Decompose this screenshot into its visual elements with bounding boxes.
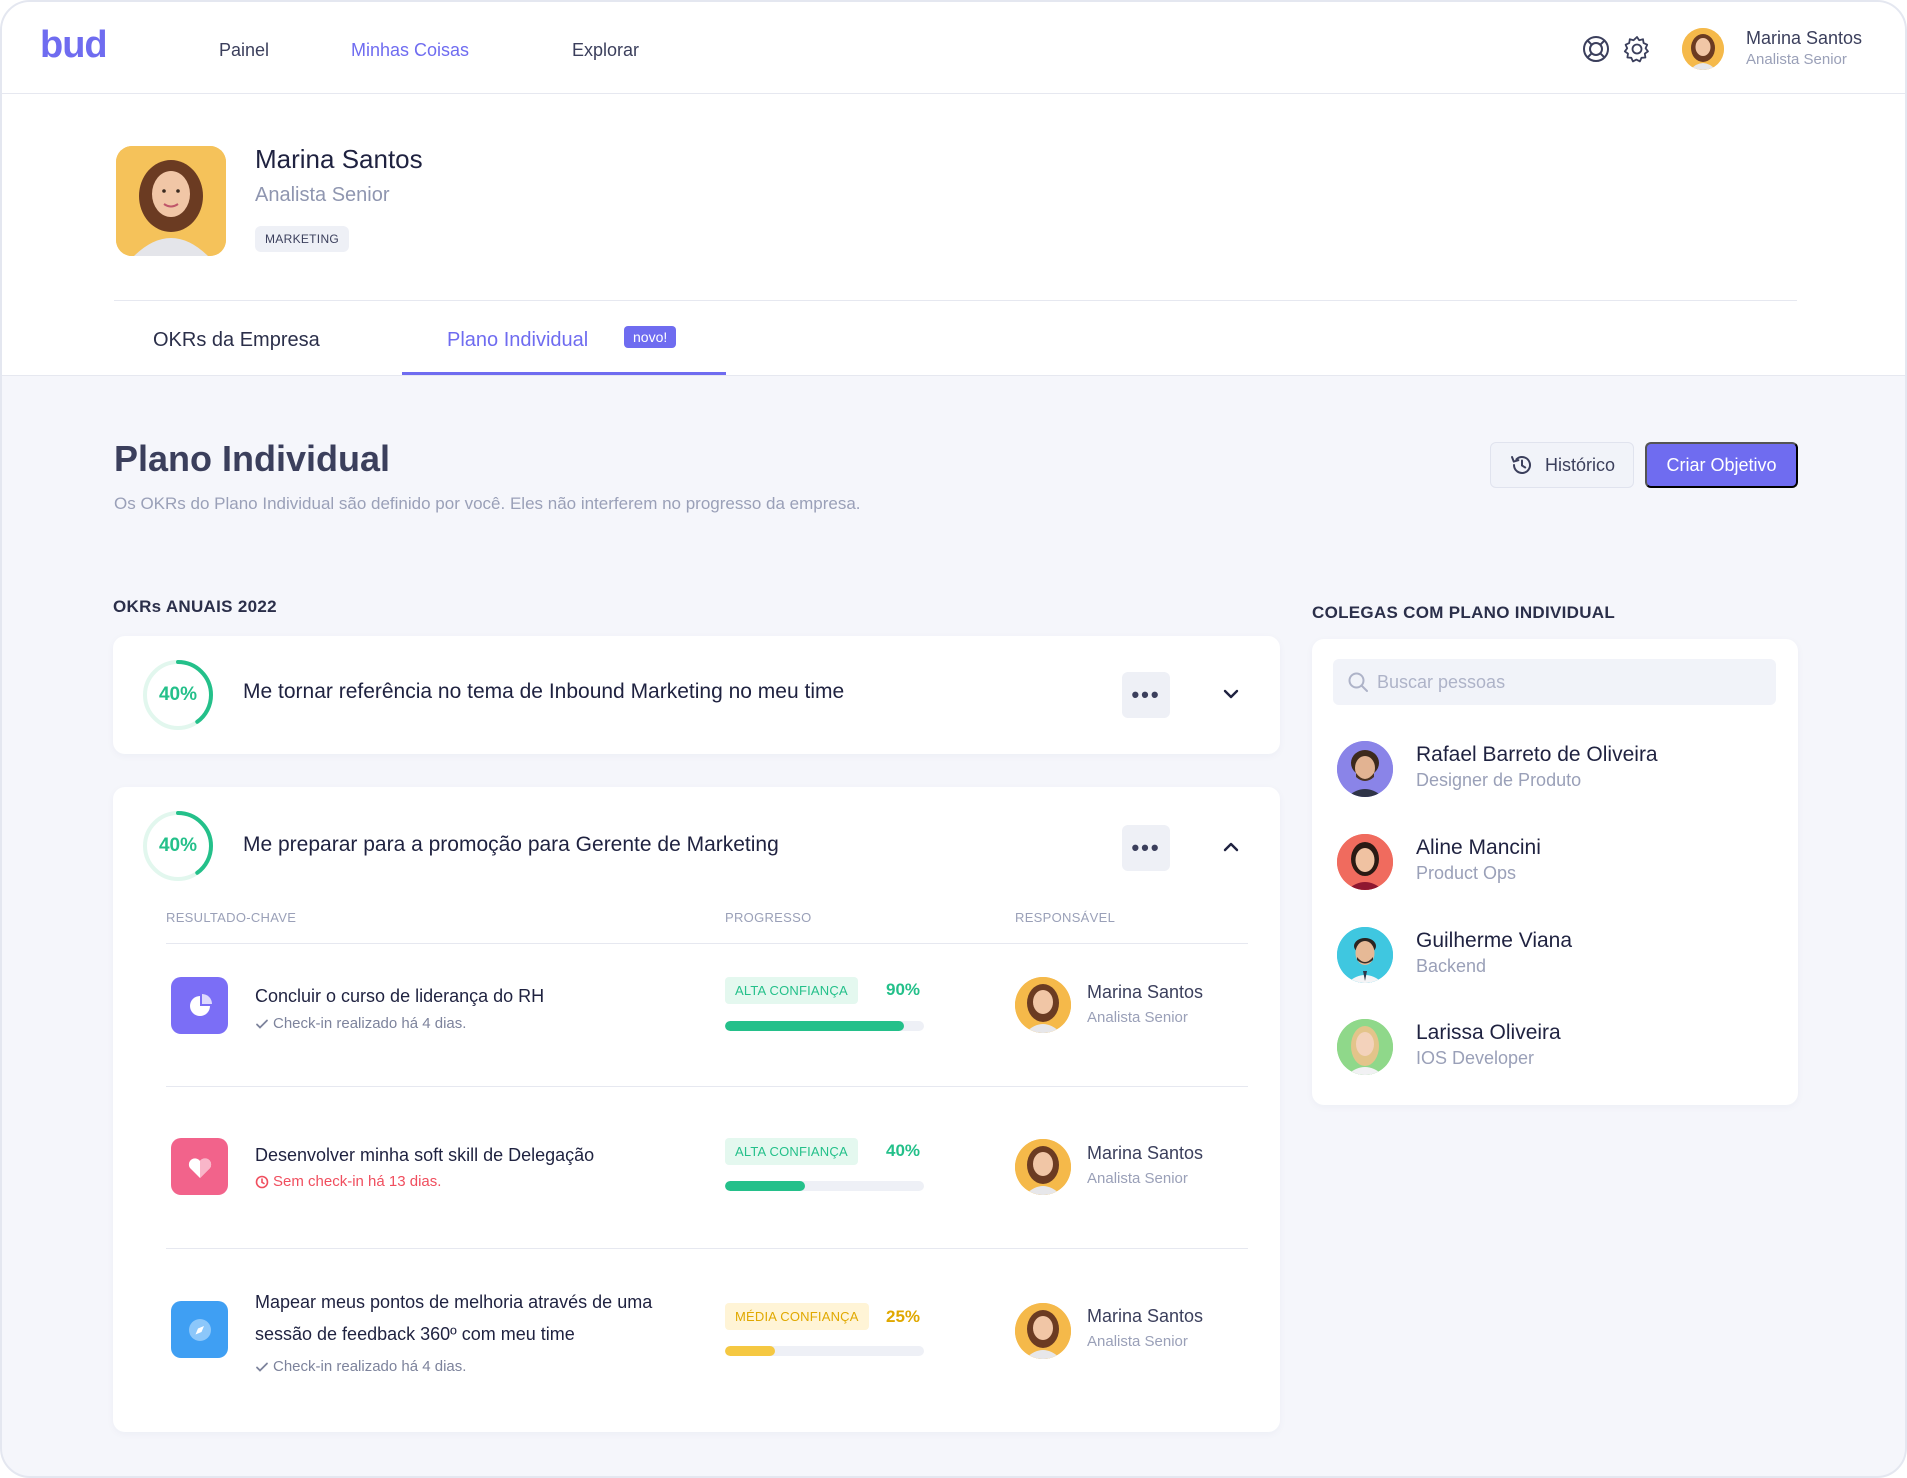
colleague-avatar[interactable]	[1337, 1019, 1393, 1075]
kr-title[interactable]: Concluir o curso de liderança do RH	[255, 980, 695, 1012]
kr-checkin-status: Check-in realizado há 4 dias.	[255, 1015, 466, 1032]
colleague-name[interactable]: Rafael Barreto de Oliveira	[1416, 743, 1658, 767]
kr-title[interactable]: Desenvolver minha soft skill de Delegaçã…	[255, 1139, 695, 1171]
profile-divider	[114, 300, 1797, 301]
kr-status-text: Sem check-in há 13 dias.	[273, 1173, 442, 1190]
kr-progress-bar	[725, 1181, 924, 1191]
profile-name: Marina Santos	[255, 144, 423, 174]
owner-role: Analista Senior	[1087, 1009, 1188, 1026]
objective-more-button[interactable]: •••	[1122, 825, 1170, 871]
kr-percent: 25%	[886, 1307, 921, 1326]
new-badge: novo!	[624, 326, 677, 348]
search-icon	[1348, 672, 1368, 692]
owner-avatar[interactable]	[1015, 977, 1071, 1033]
check-icon	[256, 1019, 268, 1029]
search-field[interactable]	[1333, 659, 1776, 705]
tab-plano-individual[interactable]: Plano Individual	[447, 329, 588, 352]
colleague-role: Product Ops	[1416, 863, 1517, 883]
objective-card[interactable]: 40% Me tornar referência no tema de Inbo…	[113, 636, 1280, 754]
owner-name: Marina Santos	[1087, 982, 1204, 1002]
nav-link-painel[interactable]: Painel	[219, 40, 269, 61]
kr-progress-fill	[725, 1181, 805, 1191]
help-icon[interactable]	[1581, 34, 1611, 64]
colleague-avatar[interactable]	[1337, 834, 1393, 890]
kr-progress-fill	[725, 1021, 905, 1031]
owner-name: Marina Santos	[1087, 1306, 1204, 1326]
colleague-avatar[interactable]	[1337, 741, 1393, 797]
history-button[interactable]: Histórico	[1490, 442, 1634, 488]
owner-avatar[interactable]	[1015, 1303, 1071, 1359]
search-input[interactable]	[1377, 671, 1757, 693]
objective-title[interactable]: Me tornar referência no tema de Inbound …	[243, 680, 844, 704]
owner-role: Analista Senior	[1087, 1333, 1188, 1350]
top-nav: bud Painel Minhas Coisas Explorar Marina…	[2, 2, 1905, 94]
colleague-role: Backend	[1416, 956, 1487, 976]
clock-icon	[255, 1175, 269, 1188]
colleague-name[interactable]: Guilherme Viana	[1416, 929, 1572, 953]
objective-progress-label: 40%	[158, 684, 198, 705]
confidence-badge: MÉDIA CONFIANÇA	[725, 1303, 869, 1330]
kr-progress-bar	[725, 1346, 924, 1356]
kr-divider	[166, 1086, 1248, 1087]
compass-icon	[171, 1301, 228, 1358]
pie-chart-icon	[171, 977, 228, 1034]
chevron-down-icon[interactable]	[1220, 683, 1242, 705]
kr-header-progress: PROGRESSO	[725, 910, 812, 925]
settings-icon[interactable]	[1622, 34, 1652, 64]
check-icon	[256, 1362, 268, 1372]
kr-status-text: Check-in realizado há 4 dias.	[273, 1015, 467, 1032]
owner-name: Marina Santos	[1087, 1143, 1204, 1163]
create-objective-button[interactable]: Criar Objetivo	[1645, 442, 1798, 488]
history-button-label: Histórico	[1544, 454, 1615, 475]
nav-user-name: Marina Santos	[1746, 28, 1863, 48]
kr-status-text: Check-in realizado há 4 dias.	[273, 1358, 467, 1375]
kr-header-owner: RESPONSÁVEL	[1015, 910, 1116, 925]
history-icon	[1510, 456, 1531, 474]
kr-checkin-status: Check-in realizado há 4 dias.	[255, 1358, 466, 1375]
colleague-avatar[interactable]	[1337, 927, 1393, 983]
confidence-badge: ALTA CONFIANÇA	[725, 977, 858, 1004]
kr-percent: 90%	[886, 980, 921, 999]
colleague-role: IOS Developer	[1416, 1048, 1535, 1068]
page-subtitle: Os OKRs do Plano Individual são definido…	[114, 494, 861, 513]
profile-photo	[116, 146, 226, 256]
objective-title[interactable]: Me preparar para a promoção para Gerente…	[243, 833, 779, 857]
colleague-name[interactable]: Larissa Oliveira	[1416, 1021, 1561, 1045]
confidence-badge: ALTA CONFIANÇA	[725, 1138, 858, 1165]
colleagues-section-label: COLEGAS COM PLANO INDIVIDUAL	[1312, 603, 1616, 622]
kr-title[interactable]: Mapear meus pontos de melhoria através d…	[255, 1286, 695, 1350]
kr-header-result: RESULTADO-CHAVE	[166, 910, 297, 925]
kr-progress-fill	[725, 1346, 775, 1356]
heart-icon	[171, 1138, 228, 1195]
team-tag[interactable]: MARKETING	[255, 226, 350, 252]
kr-divider	[166, 1248, 1248, 1249]
active-tab-indicator	[402, 372, 726, 375]
tab-okrs-empresa[interactable]: OKRs da Empresa	[153, 329, 320, 352]
owner-role: Analista Senior	[1087, 1170, 1188, 1187]
objective-more-button[interactable]: •••	[1122, 672, 1170, 718]
nav-link-explorar[interactable]: Explorar	[572, 40, 639, 61]
profile-header: Marina Santos Analista Senior MARKETING …	[2, 94, 1905, 376]
kr-percent: 40%	[886, 1141, 921, 1160]
chevron-up-icon[interactable]	[1220, 836, 1242, 858]
colleague-name[interactable]: Aline Mancini	[1416, 836, 1541, 860]
nav-user-role: Analista Senior	[1746, 51, 1847, 68]
objective-progress-label: 40%	[158, 835, 198, 856]
bud-logo[interactable]: bud	[40, 24, 108, 67]
kr-divider	[166, 943, 1248, 944]
colleague-role: Designer de Produto	[1416, 770, 1582, 790]
page-title: Plano Individual	[114, 438, 391, 479]
kr-progress-bar	[725, 1021, 924, 1031]
owner-avatar[interactable]	[1015, 1139, 1071, 1195]
kr-checkin-status: Sem check-in há 13 dias.	[255, 1173, 441, 1190]
profile-role: Analista Senior	[255, 184, 390, 206]
nav-link-minhas-coisas[interactable]: Minhas Coisas	[351, 40, 469, 61]
okrs-section-label: OKRs ANUAIS 2022	[113, 597, 277, 616]
app-window: bud Painel Minhas Coisas Explorar Marina…	[0, 0, 1907, 1478]
user-avatar[interactable]	[1682, 28, 1724, 70]
